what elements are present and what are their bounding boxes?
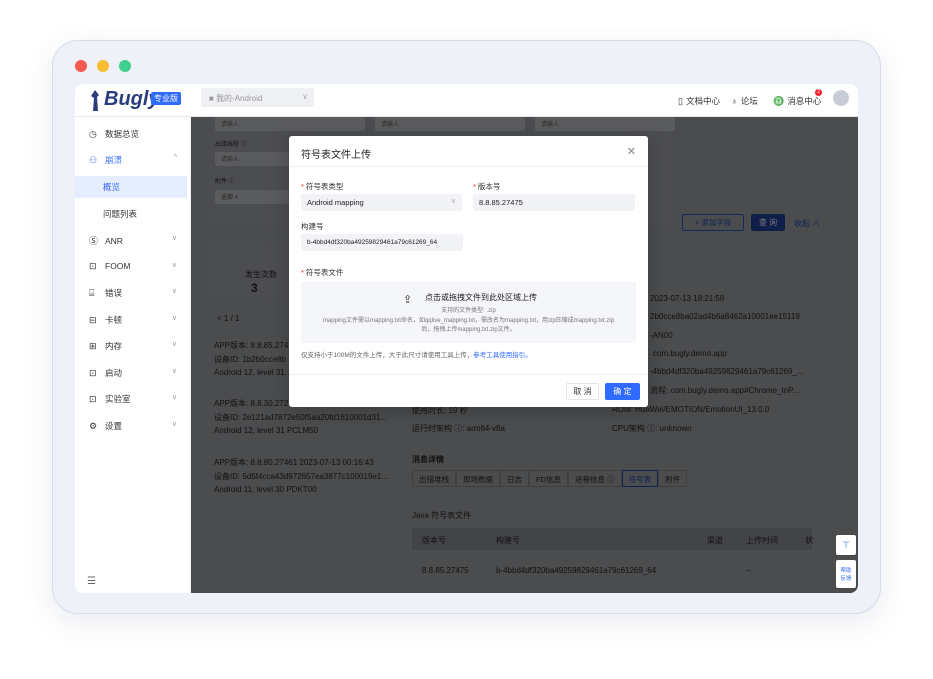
divider	[289, 166, 648, 167]
gear-icon: ⚙	[89, 421, 98, 431]
sidebar-item-lag[interactable]: ⊟ 卡顿 ∨	[75, 309, 191, 331]
close-icon[interactable]: ✕	[627, 145, 636, 158]
sidebar-item-issue-list[interactable]: 问题列表	[75, 203, 191, 225]
foom-icon: ⊡	[89, 261, 97, 271]
error-icon: ⌸	[89, 288, 95, 298]
chevron-down-icon: ∨	[171, 394, 177, 401]
build-input[interactable]: b-4bbd4df320ba49259829461a79c61269_64	[301, 234, 463, 251]
version-input[interactable]: 8.8.85.27475	[473, 194, 635, 211]
sidebar-item-crash[interactable]: ⚇ 崩溃 ^	[75, 149, 191, 171]
lag-icon: ⊟	[89, 315, 97, 325]
chevron-down-icon: ∨	[450, 198, 456, 205]
people-icon: ♁	[731, 96, 738, 106]
project-selector[interactable]: ■ 我的-Android ∨	[201, 88, 314, 107]
chevron-down-icon: ∨	[171, 235, 177, 242]
docs-link[interactable]: ▯ 文档中心	[678, 95, 720, 107]
symbol-file-label: * 符号表文件	[301, 268, 344, 277]
sidebar: ◷ 数据总览 ⚇ 崩溃 ^ 概览 问题列表 Ⓢ ANR ∨ ⊡ FOOM ∨ ⌸ 错误 ∨ ⊟ 卡顿…	[75, 117, 191, 593]
project-name: ■ 我的-Android	[209, 94, 263, 103]
sidebar-item-foom[interactable]: ⊡ FOOM ∨	[75, 256, 191, 278]
bell-icon: ♎	[773, 96, 785, 106]
memory-icon: ⊞	[89, 341, 97, 351]
crash-icon: ⚇	[89, 155, 98, 165]
avatar[interactable]	[833, 90, 849, 106]
upload-symbols-modal: 符号表文件上传 ✕ * 符号表类型 Android mapping ∨ * 版本号 …	[289, 136, 648, 407]
maximize-dot-icon[interactable]	[119, 60, 131, 72]
build-label: 构建号	[301, 222, 324, 231]
back-to-top-button[interactable]: ⊤	[836, 535, 856, 555]
upload-desc-text: mapping文件需以mapping.txt命名，如qqlive_mapping…	[322, 318, 615, 324]
sidebar-item-launch[interactable]: ⊡ 启动 ∨	[75, 362, 191, 384]
sidebar-item-lab[interactable]: ⊡ 实验室 ∨	[75, 388, 191, 410]
help-feedback-button[interactable]: 帮助 反馈	[836, 560, 856, 588]
lab-icon: ⊡	[89, 394, 97, 404]
tool-guide-link[interactable]: 参考工具使用指引。	[473, 352, 532, 359]
chevron-down-icon: ∨	[171, 341, 177, 348]
dashboard-icon: ◷	[89, 129, 97, 139]
symbol-type-value: Android mapping	[307, 198, 364, 207]
messages-link[interactable]: ♎ 消息中心	[773, 95, 821, 107]
top-bar: Bugly 专业版 ■ 我的-Android ∨ ▯ 文档中心 ♁ 论坛 ♎ 消息中心…	[75, 84, 858, 117]
divider	[289, 374, 648, 375]
sidebar-item-overview[interactable]: ◷ 数据总览	[75, 123, 191, 145]
modal-title: 符号表文件上传	[301, 150, 371, 161]
chevron-down-icon: ∨	[171, 315, 177, 322]
chevron-down-icon: ∨	[302, 92, 308, 101]
messages-count-badge: 2	[815, 89, 822, 96]
document-icon: ▯	[678, 96, 683, 106]
anr-icon: Ⓢ	[89, 236, 99, 246]
chevron-down-icon: ∨	[171, 262, 177, 269]
forum-link[interactable]: ♁ 论坛	[731, 95, 758, 107]
sidebar-item-crash-summary[interactable]: 概览	[75, 176, 187, 198]
collapse-sidebar-icon[interactable]: ☰	[87, 576, 96, 587]
close-dot-icon[interactable]	[75, 60, 87, 72]
chevron-up-icon: ^	[173, 154, 177, 161]
sidebar-item-anr[interactable]: Ⓢ ANR ∨	[75, 229, 191, 251]
edition-badge: 专业版	[151, 92, 181, 105]
sidebar-item-error[interactable]: ⌸ 错误 ∨	[75, 282, 191, 304]
bugly-logo-icon	[91, 90, 99, 111]
upload-desc-text: 后，拖拽上传mapping.txt.zip文件。	[421, 327, 516, 333]
chevron-down-icon: ∨	[171, 421, 177, 428]
chevron-down-icon: ∨	[171, 368, 177, 375]
upload-main-text: 点击或拖拽文件到此处区域上传	[425, 293, 537, 302]
confirm-button[interactable]: 确 定	[605, 383, 640, 400]
minimize-dot-icon[interactable]	[97, 60, 109, 72]
upload-dropzone[interactable]: ⇪ 点击或拖拽文件到此处区域上传 支持的文件类型: .zip mapping文件…	[301, 282, 636, 343]
upload-types-text: 支持的文件类型: .zip	[441, 308, 496, 314]
version-label: * 版本号	[473, 182, 501, 191]
cancel-button[interactable]: 取 消	[566, 383, 599, 400]
chevron-down-icon: ∨	[171, 288, 177, 295]
sidebar-item-memory[interactable]: ⊞ 内存 ∨	[75, 335, 191, 357]
sidebar-item-settings[interactable]: ⚙ 设置 ∨	[75, 415, 191, 437]
symbol-type-label: * 符号表类型	[301, 182, 344, 191]
symbol-type-select[interactable]: Android mapping ∨	[301, 194, 462, 211]
upload-note: 仅支持小于100M的文件上传，大于此尺寸请使用工具上传，参考工具使用指引。	[301, 352, 532, 359]
app-window: Bugly 专业版 ■ 我的-Android ∨ ▯ 文档中心 ♁ 论坛 ♎ 消息中心…	[75, 84, 858, 593]
launch-icon: ⊡	[89, 368, 97, 378]
